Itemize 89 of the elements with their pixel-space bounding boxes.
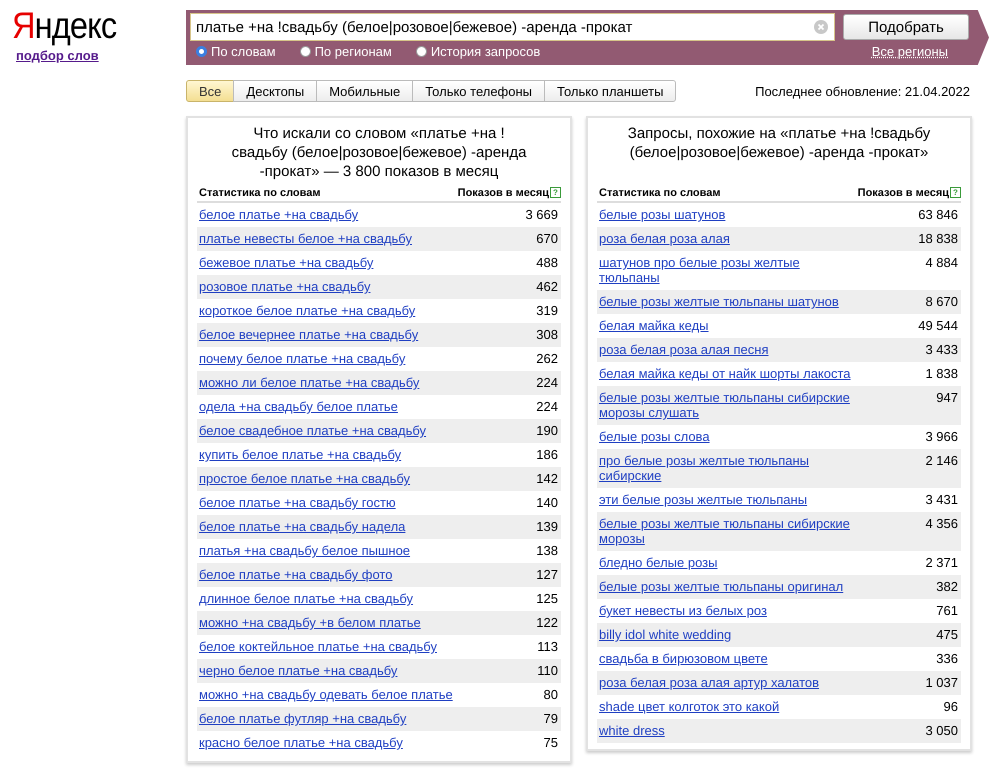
query-link[interactable]: красно белое платье +на свадьбу (199, 735, 403, 750)
query-link[interactable]: белая майка кеды (599, 318, 709, 333)
yandex-logo[interactable]: Яндекс (12, 6, 116, 46)
query-link[interactable]: эти белые розы желтые тюльпаны (599, 492, 808, 507)
device-tab[interactable]: Все (186, 80, 234, 102)
column-header: Показов в месяц (458, 187, 549, 199)
impressions-count: 186 (536, 447, 558, 462)
query-link[interactable]: white dress (599, 723, 665, 738)
impressions-count: 139 (536, 519, 558, 534)
impressions-count: 3 966 (925, 429, 958, 444)
impressions-count: 127 (536, 567, 558, 582)
impressions-count: 4 884 (925, 255, 958, 270)
search-mode-radio[interactable]: По словам (196, 44, 276, 59)
device-tab[interactable]: Только планшеты (544, 80, 676, 102)
impressions-count: 18 838 (918, 231, 958, 246)
query-link[interactable]: почему белое платье +на свадьбу (199, 351, 406, 366)
query-link[interactable]: бледно белые розы (599, 555, 718, 570)
query-link[interactable]: букет невесты из белых роз (599, 603, 767, 618)
query-link[interactable]: shade цвет колготок это какой (599, 699, 780, 714)
impressions-count: 142 (536, 471, 558, 486)
panel-title: Запросы, похожие на «платье +на !свадьбу (белое|розовое|бежевое) -аренда -прокат» (626, 124, 932, 163)
impressions-count: 670 (536, 231, 558, 246)
impressions-count: 80 (544, 687, 558, 702)
impressions-count: 63 846 (918, 207, 958, 222)
impressions-count: 125 (536, 591, 558, 606)
impressions-count: 110 (537, 663, 558, 678)
column-header: Показов в месяц (858, 187, 949, 199)
impressions-count: 113 (537, 639, 558, 654)
regions-link[interactable]: Все регионы (872, 44, 948, 59)
device-tab[interactable]: Только телефоны (412, 80, 546, 102)
column-header: Статистика по словам (597, 185, 853, 202)
impressions-count: 382 (936, 579, 958, 594)
help-icon[interactable]: ? (950, 187, 961, 198)
impressions-count: 224 (536, 375, 558, 390)
impressions-count: 308 (536, 327, 558, 342)
impressions-count: 224 (536, 399, 558, 414)
impressions-count: 336 (936, 651, 958, 666)
query-link[interactable]: белые розы слова (599, 429, 710, 444)
impressions-count: 3 433 (925, 342, 958, 357)
query-link[interactable]: шатунов про белые розы желтые тюльпаны (599, 255, 851, 285)
impressions-count: 3 669 (525, 207, 558, 222)
impressions-count: 947 (936, 390, 958, 405)
device-tab[interactable]: Мобильные (316, 80, 414, 102)
query-link[interactable]: свадьба в бирюзовом цвете (599, 651, 768, 666)
impressions-count: 462 (536, 279, 558, 294)
query-link[interactable]: белое коктейльное платье +на свадьбу (199, 639, 437, 654)
impressions-count: 1 838 (925, 366, 958, 381)
impressions-count: 4 356 (925, 516, 958, 531)
impressions-count: 138 (536, 543, 558, 558)
search-field[interactable]: платье +на !свадьбу (белое|розовое|бежевое) -аренда -прокат (190, 13, 835, 41)
impressions-count: 319 (536, 303, 558, 318)
impressions-count: 475 (936, 627, 958, 642)
panel-title: Что искали со словом «платье +на !свадьбу (белое|розовое|бежевое) -аренда -прокат» — 3 800 показов в месяц (230, 124, 528, 182)
impressions-count: 262 (536, 351, 558, 366)
impressions-count: 96 (944, 699, 958, 714)
impressions-count: 1 037 (925, 675, 958, 690)
search-mode-radio[interactable]: История запросов (416, 44, 540, 59)
impressions-count: 49 544 (918, 318, 958, 333)
query-link[interactable]: одела +на свадьбу белое платье (199, 399, 398, 414)
help-icon[interactable]: ? (550, 187, 561, 198)
impressions-count: 3 050 (925, 723, 958, 738)
query-link[interactable]: можно +на свадьбу одевать белое платье (199, 687, 453, 702)
impressions-count: 140 (536, 495, 558, 510)
query-link[interactable]: короткое белое платье +на свадьбу (199, 303, 416, 318)
impressions-count: 75 (544, 735, 558, 750)
query-link[interactable]: белое платье +на свадьбу гостю (199, 495, 396, 510)
impressions-count: 761 (936, 603, 958, 618)
impressions-count: 2 371 (925, 555, 958, 570)
query-link[interactable]: купить белое платье +на свадьбу (199, 447, 402, 462)
column-header: Статистика по словам (197, 185, 456, 202)
query-link[interactable]: бежевое платье +на свадьбу (199, 255, 374, 270)
impressions-count: 190 (536, 423, 558, 438)
impressions-count: 2 146 (925, 453, 958, 468)
impressions-count: 488 (536, 255, 558, 270)
query-link[interactable]: белое платье +на свадьбу (199, 207, 358, 222)
search-button[interactable]: Подобрать (843, 14, 969, 40)
last-update-text: Последнее обновление: 21.04.2022 (755, 84, 970, 98)
impressions-count: 8 670 (925, 294, 958, 309)
query-link[interactable]: длинное белое платье +на свадьбу (199, 591, 414, 606)
impressions-count: 3 431 (925, 492, 958, 507)
wordstat-link[interactable]: подбор слов (16, 48, 99, 63)
device-tab[interactable]: Десктопы (233, 80, 318, 102)
clear-icon[interactable] (814, 20, 828, 34)
impressions-count: 79 (544, 711, 558, 726)
query-link[interactable]: белая майка кеды от найк шорты лакоста (599, 366, 851, 381)
query-link[interactable]: платья +на свадьбу белое пышное (199, 543, 410, 558)
search-mode-radio[interactable]: По регионам (300, 44, 392, 59)
impressions-count: 122 (536, 615, 558, 630)
query-link[interactable]: белые розы шатунов (599, 207, 726, 222)
